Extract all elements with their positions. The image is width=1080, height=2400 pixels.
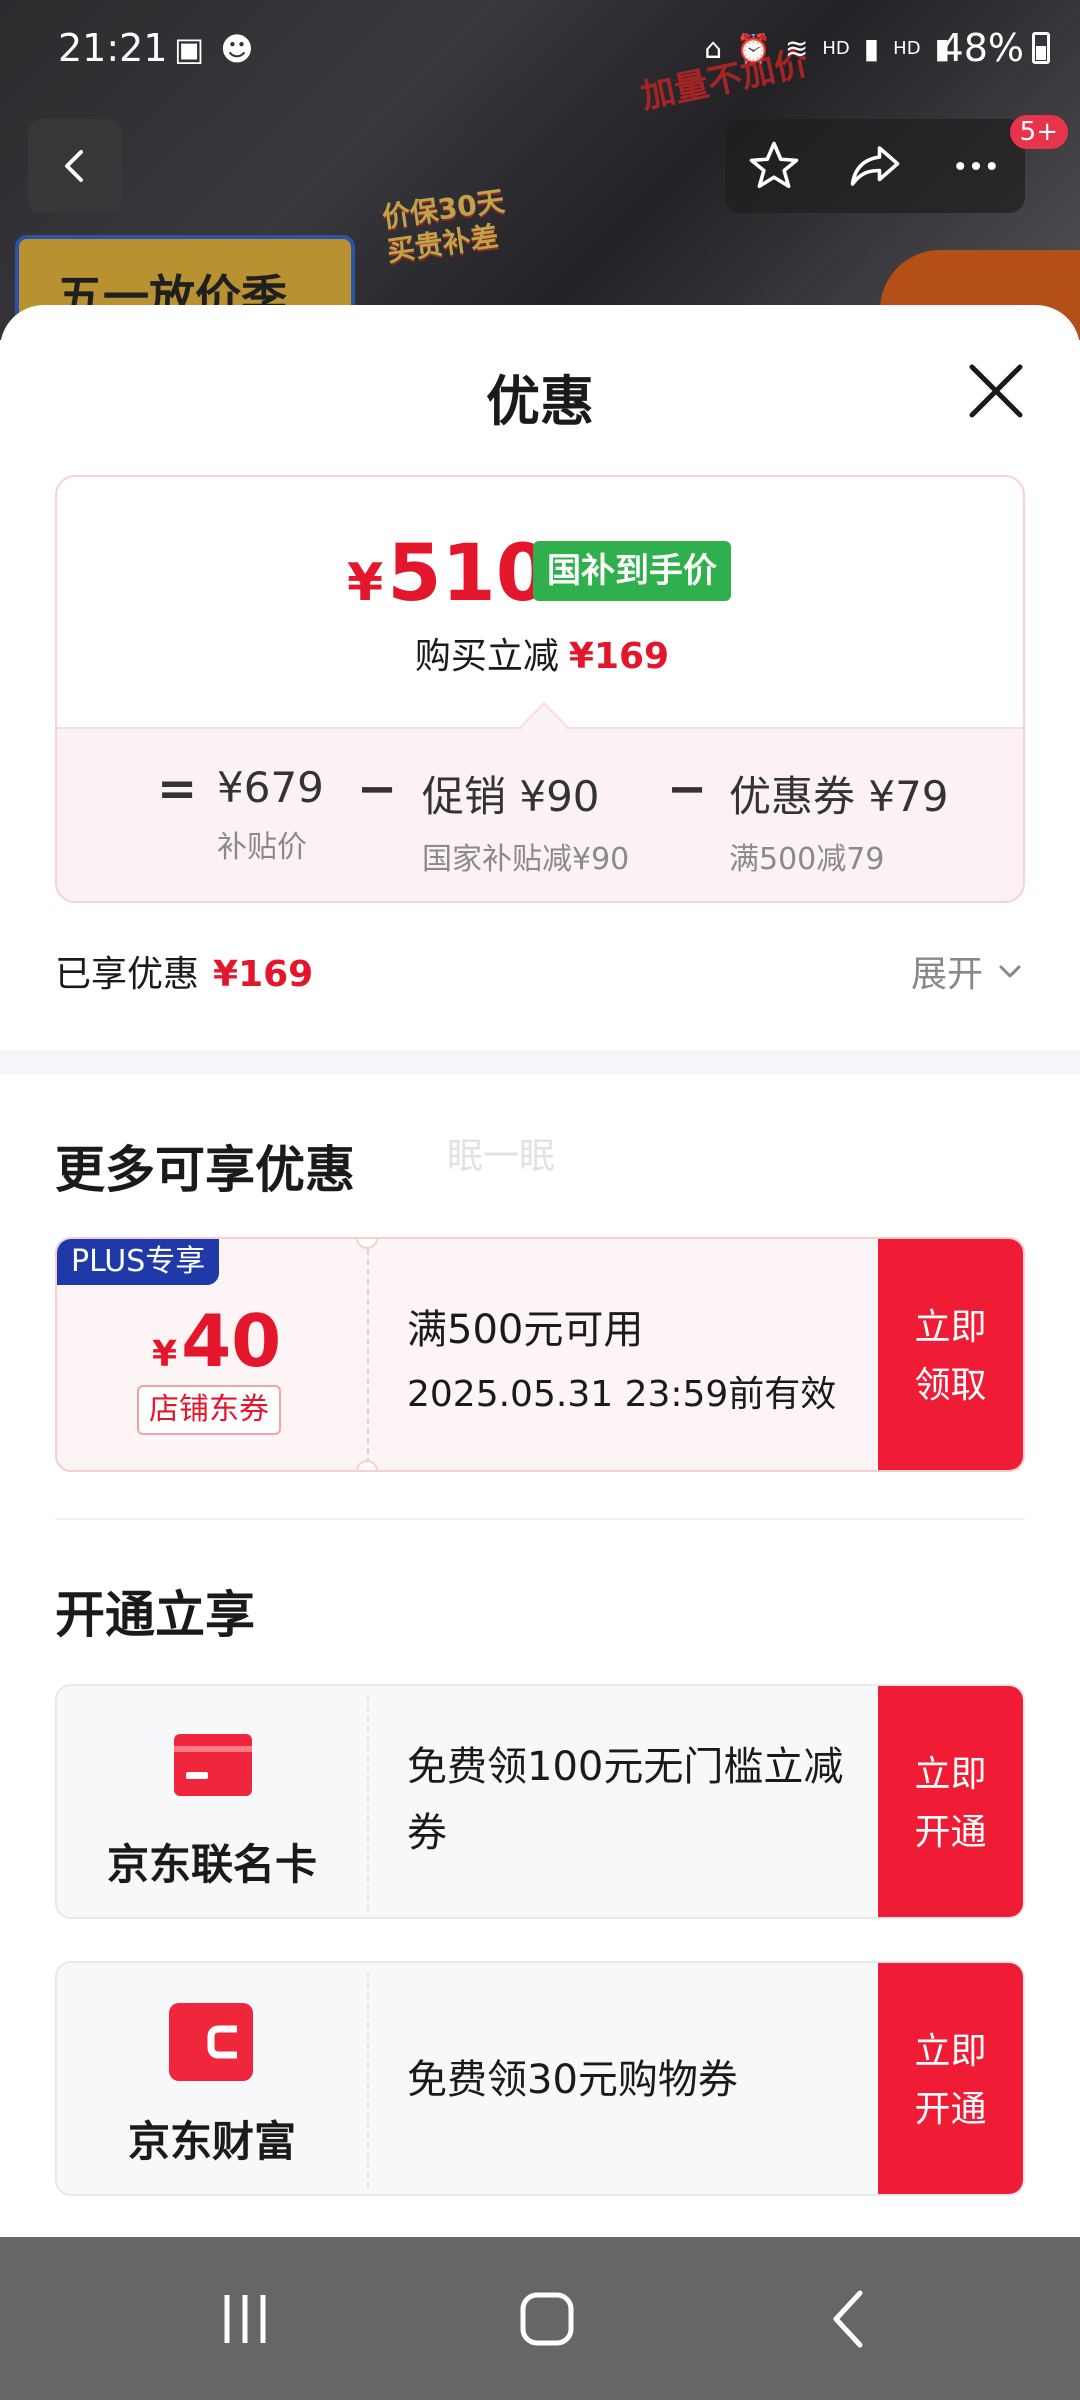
credit-card-icon — [174, 1734, 252, 1796]
jd-card-offer: 京东联名卡 免费领100元无门槛立减券 立即 开通 — [55, 1684, 1025, 1919]
product-top-nav: 5+ — [0, 115, 1080, 215]
equals-sign: = — [157, 761, 198, 817]
minus-sign: − — [667, 761, 708, 817]
watermark-text: 眠一眠 — [447, 1136, 556, 1177]
chevron-left-icon — [65, 150, 83, 182]
card-separator — [367, 1973, 369, 2188]
battery-icon — [1032, 32, 1050, 64]
open-jd-card-button[interactable]: 立即 开通 — [878, 1686, 1023, 1917]
jd-card-name: 京东联名卡 — [106, 1840, 317, 1889]
home-button[interactable] — [507, 2287, 587, 2351]
final-price: ¥510 — [347, 529, 551, 619]
network-label: HD — [893, 38, 921, 59]
jd-wealth-desc: 免费领30元购物券 — [407, 2057, 738, 2103]
recent-apps-icon — [224, 2295, 266, 2343]
battery-percent: 48% — [939, 26, 1024, 70]
coupon-amount: ¥40 — [152, 1299, 282, 1383]
close-icon — [969, 364, 1023, 418]
card-separator — [367, 1696, 369, 1911]
back-icon — [833, 2290, 863, 2348]
minus-sign: − — [357, 761, 398, 817]
more-icon[interactable] — [949, 139, 1003, 193]
expand-button[interactable]: 展开 — [911, 945, 1025, 997]
coupon-perforation — [367, 1249, 369, 1464]
price-formula: = ¥679 补贴价 − 促销 ¥90 国家补贴减¥90 − 优惠券 ¥79 满… — [57, 727, 1023, 901]
price-breakdown-card: ¥510 国补到手价 购买立减 ¥169 = ¥679 补贴价 − 促销 ¥90 … — [55, 475, 1025, 903]
more-offers-title: 更多可享优惠 — [55, 1141, 355, 1199]
promo-discount: 促销 ¥90 国家补贴减¥90 — [422, 772, 630, 877]
lock-icon: ⌂ — [704, 32, 722, 65]
base-price: ¥679 补贴价 — [217, 763, 324, 865]
app-notification-icon: ☻ — [220, 30, 254, 68]
signal-icon: ▮ — [863, 32, 880, 65]
coupon-condition: 满500元可用 — [407, 1307, 644, 1353]
open-jd-wealth-button[interactable]: 立即 开通 — [878, 1963, 1023, 2194]
claim-coupon-button[interactable]: 立即 领取 — [878, 1239, 1023, 1470]
recent-apps-button[interactable] — [205, 2287, 285, 2351]
wifi-icon: ≋ — [784, 32, 809, 65]
divider — [55, 1518, 1025, 1520]
notification-badge: 5+ — [1009, 115, 1068, 149]
jd-wealth-offer: 京东财富 免费领30元购物券 立即 开通 — [55, 1961, 1025, 2196]
sheet-title: 优惠 — [486, 370, 594, 433]
product-actions — [725, 119, 1025, 213]
status-time: 21:21 — [58, 26, 168, 70]
status-bar: 21:21 ▣ ☻ ⌂ ⏰ ≋ HD ▮ HD ▮ 48% — [0, 0, 1080, 100]
network-label: HD — [822, 38, 850, 59]
home-icon — [520, 2292, 574, 2346]
open-benefits-title: 开通立享 — [55, 1586, 255, 1644]
star-icon[interactable] — [747, 139, 801, 193]
coupon-validity: 2025.05.31 23:59前有效 — [407, 1374, 837, 1415]
offers-sheet: 优惠 ¥510 国补到手价 购买立减 ¥169 = ¥679 补贴价 − 促销 … — [0, 305, 1080, 2235]
instant-reduction: 购买立减 ¥169 — [414, 636, 670, 677]
coupon-discount: 优惠券 ¥79 满500减79 — [729, 772, 949, 877]
close-button[interactable] — [960, 355, 1032, 427]
plus-coupon-card: PLUS专享 ¥40 店铺东券 满500元可用 2025.05.31 23:59… — [55, 1237, 1025, 1472]
back-button[interactable] — [28, 119, 122, 213]
jd-card-desc: 免费领100元无门槛立减券 — [407, 1744, 844, 1856]
plus-badge: PLUS专享 — [57, 1239, 220, 1285]
chevron-down-icon — [999, 965, 1021, 978]
enjoyed-discount: 已享优惠 ¥169 — [55, 954, 314, 995]
coupon-type-tag: 店铺东券 — [137, 1385, 281, 1435]
jd-wealth-icon — [169, 2003, 253, 2081]
gov-subsidy-tag: 国补到手价 — [533, 541, 731, 601]
share-icon[interactable] — [846, 139, 904, 193]
alarm-icon: ⏰ — [736, 32, 771, 65]
back-nav-button[interactable] — [810, 2287, 890, 2351]
jd-wealth-name: 京东财富 — [127, 2117, 296, 2166]
section-divider — [0, 1050, 1080, 1075]
system-nav-bar — [0, 2237, 1080, 2400]
notification-icon: ▣ — [174, 30, 205, 68]
